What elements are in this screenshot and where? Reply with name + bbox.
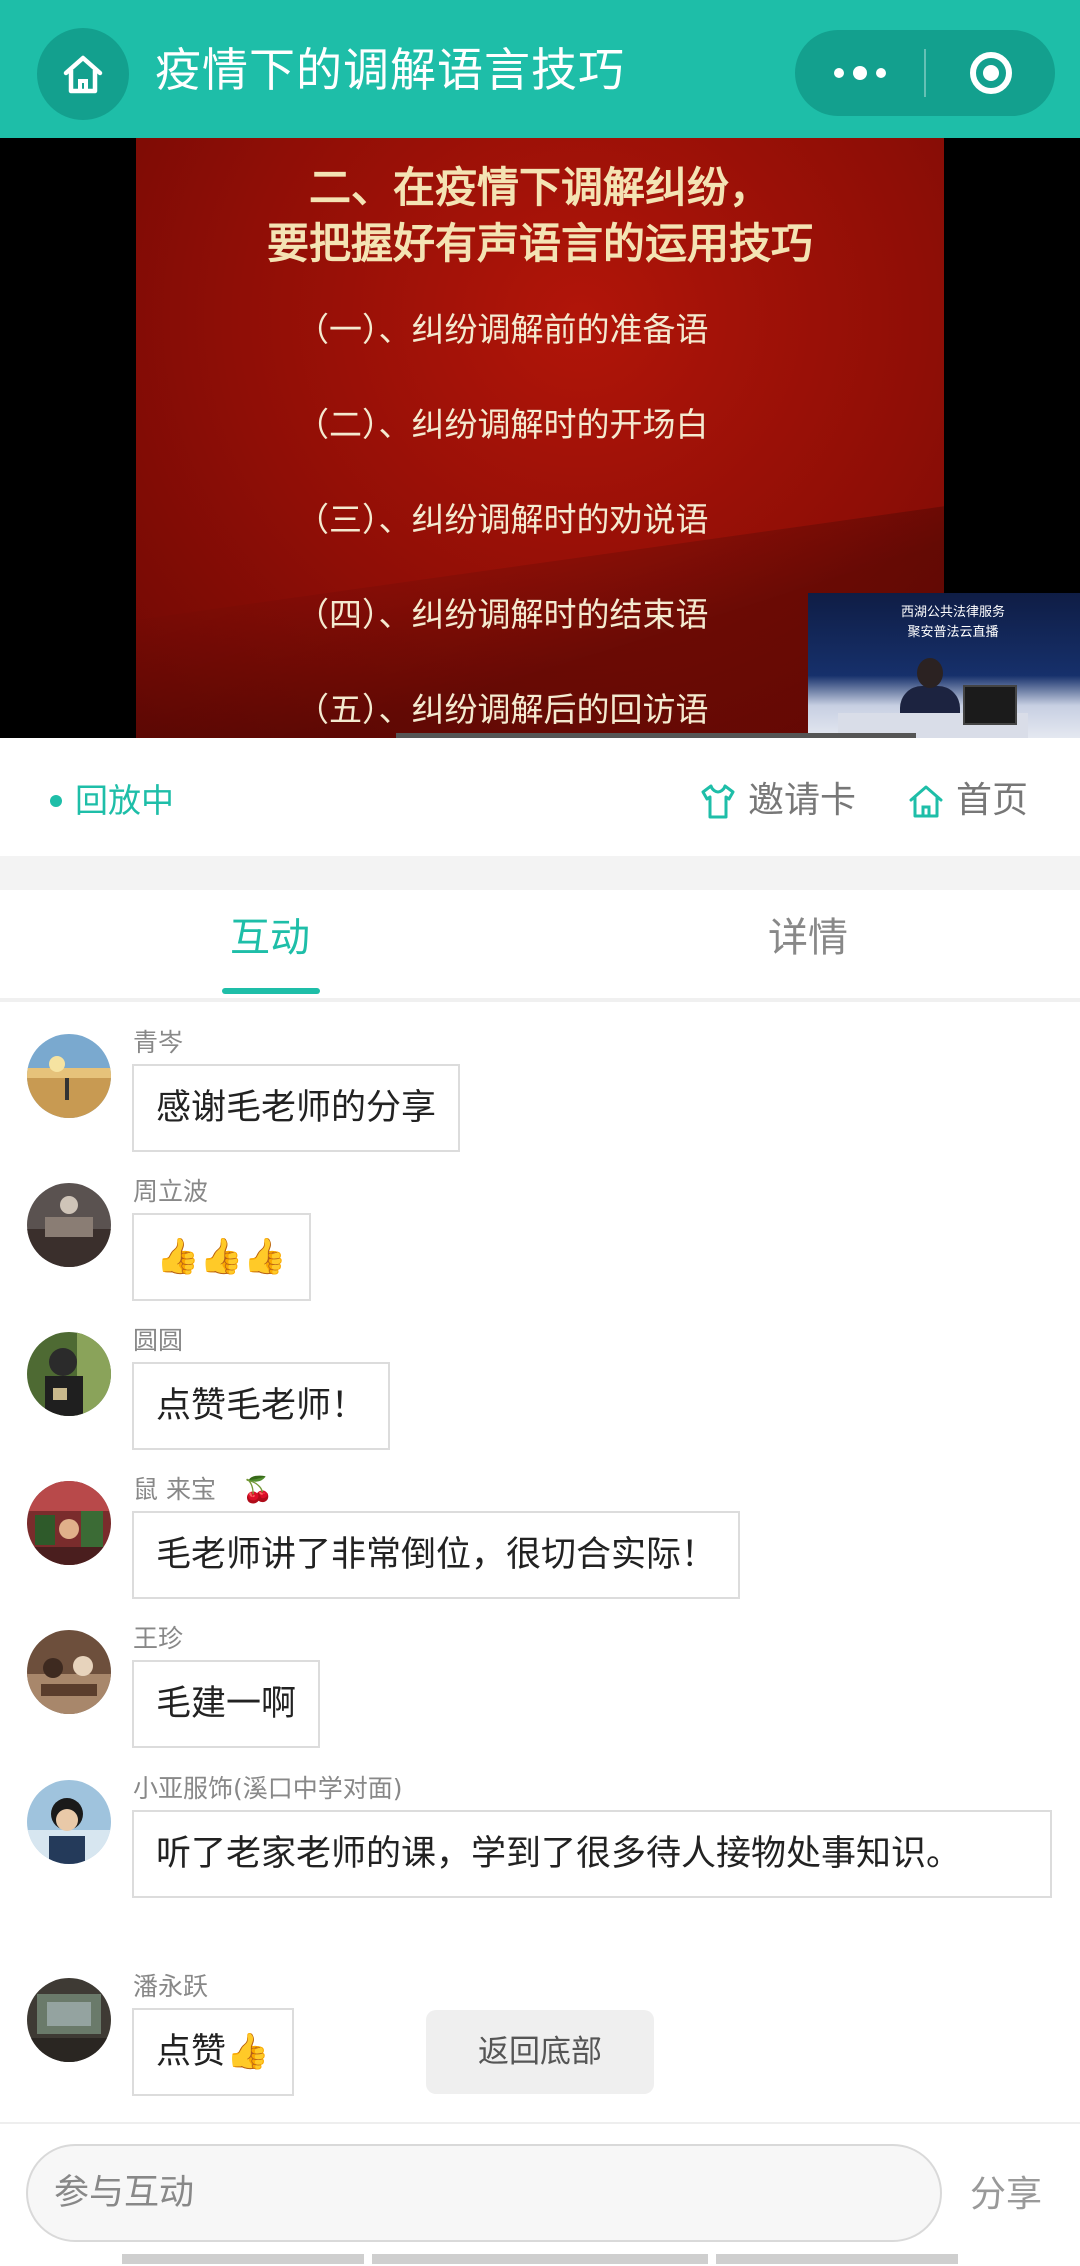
avatar[interactable]: [27, 1332, 111, 1416]
slide-heading-line-2: 要把握好有声语言的运用技巧: [266, 219, 813, 268]
back-to-bottom-button[interactable]: 返回底部: [426, 2010, 654, 2094]
message-bubble: 感谢毛老师的分享: [132, 1064, 461, 1152]
username-text: 鼠 来宝: [133, 1475, 216, 1504]
avatar[interactable]: [27, 1780, 111, 1864]
message-bubble: 👍👍👍: [132, 1213, 311, 1301]
message-bubble: 毛老师讲了非常倒位，很切合实际！: [132, 1511, 741, 1599]
message-bubble: 听了老家老师的课，学到了很多待人接物处事知识。: [132, 1810, 1052, 1898]
avatar[interactable]: [27, 1481, 111, 1565]
tab-details[interactable]: 详情: [768, 910, 848, 966]
mini-program-capsule: [795, 30, 1055, 116]
speaker-monitor: [963, 685, 1017, 725]
home-outline-icon: [909, 785, 943, 818]
message-bubble: 毛建一啊: [132, 1660, 321, 1748]
shirt-icon: [701, 784, 735, 819]
active-tab-indicator: [222, 988, 320, 994]
slide-item: （三）、纠纷调解时的劝说语: [296, 500, 709, 539]
username: 潘永跃: [133, 1972, 209, 2001]
nav-indicator: [122, 2254, 364, 2264]
comment-input[interactable]: 参与互动: [26, 2144, 942, 2242]
username: 鼠 来宝 🍒: [133, 1473, 273, 1507]
target-icon: [969, 52, 1012, 94]
slide-item: （一）、纠纷调解前的准备语: [296, 310, 709, 349]
pip-banner-line: 西湖公共法律服务: [900, 605, 1005, 620]
username: 圆圆: [133, 1326, 184, 1355]
nav-indicator: [716, 2254, 958, 2264]
video-player[interactable]: 二、在疫情下调解纠纷， 要把握好有声语言的运用技巧 （一）、纠纷调解前的准备语 …: [0, 138, 1080, 738]
invite-card-label: 邀请卡: [748, 780, 857, 821]
tab-interact[interactable]: 互动: [230, 910, 310, 966]
section-divider: [0, 856, 1080, 890]
message-bubble: 点赞👍: [132, 2008, 294, 2096]
cherry-badge-icon: 🍒: [241, 1475, 274, 1504]
avatar[interactable]: [27, 1183, 111, 1267]
avatar[interactable]: [27, 1034, 111, 1118]
home-icon[interactable]: [37, 28, 129, 120]
slide-heading-line-1: 二、在疫情下调解纠纷，: [308, 163, 771, 212]
slide-item: （四）、纠纷调解时的结束语: [296, 595, 709, 634]
slide-item: （二）、纠纷调解时的开场白: [296, 405, 709, 444]
close-button[interactable]: [926, 30, 1055, 116]
tab-bar: 互动 详情: [0, 890, 1080, 1002]
avatar[interactable]: [27, 1630, 111, 1714]
pip-banner-line: 聚安普法云直播: [907, 625, 999, 640]
chat-list[interactable]: 青岑 感谢毛老师的分享 周立波 👍👍👍 圆圆 点赞毛老师！ 鼠 来宝 🍒 毛老师讲…: [0, 1002, 1080, 2122]
top-bar: 疫情下的调解语言技巧: [0, 0, 1080, 138]
more-dots-icon: [833, 66, 886, 80]
nav-indicator: [372, 2254, 708, 2264]
username: 周立波: [133, 1177, 209, 1206]
page-title: 疫情下的调解语言技巧: [155, 43, 625, 97]
invite-card-button[interactable]: 邀请卡: [698, 776, 856, 826]
message-bubble: 点赞毛老师！: [132, 1362, 391, 1450]
avatar[interactable]: [27, 1978, 111, 2062]
speaker-camera-pip[interactable]: 西湖公共法律服务 聚安普法云直播: [808, 593, 1080, 738]
username: 王珍: [133, 1624, 184, 1653]
more-button[interactable]: [795, 30, 924, 116]
slide-item: （五）、纠纷调解后的回访语: [296, 690, 709, 729]
username: 小亚服饰(溪口中学对面): [133, 1774, 403, 1803]
replay-dot-icon: [50, 795, 62, 807]
homepage-label: 首页: [956, 780, 1029, 821]
pip-banner: 西湖公共法律服务 聚安普法云直播: [878, 603, 1028, 643]
share-button[interactable]: 分享: [970, 2170, 1042, 2220]
replay-status: 回放中: [75, 781, 174, 820]
homepage-button[interactable]: 首页: [906, 776, 1028, 826]
username: 青岑: [133, 1028, 184, 1057]
